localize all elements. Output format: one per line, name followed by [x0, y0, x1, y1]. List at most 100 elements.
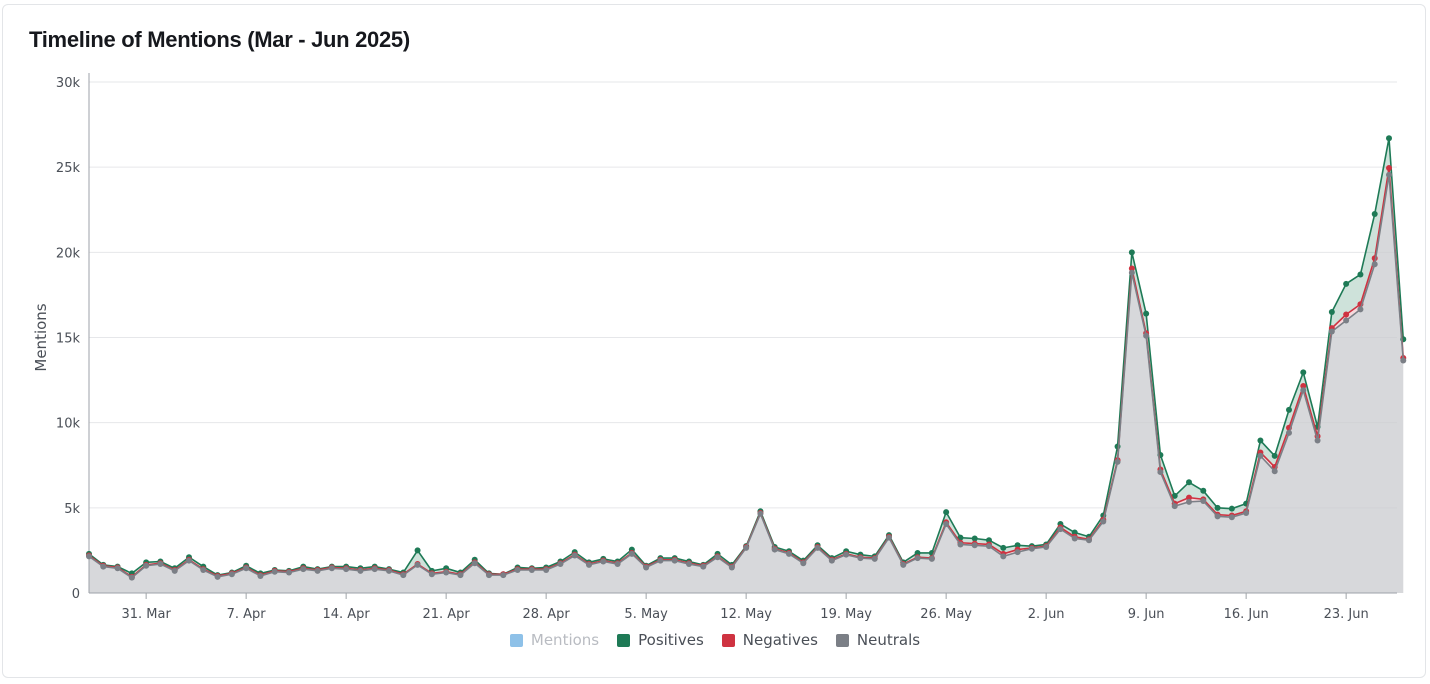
- neutrals-point[interactable]: [1128, 269, 1135, 276]
- neutrals-point[interactable]: [1371, 261, 1378, 268]
- neutrals-point[interactable]: [985, 543, 992, 550]
- neutrals-point[interactable]: [585, 561, 592, 568]
- positives-point[interactable]: [971, 535, 978, 542]
- neutrals-point[interactable]: [1085, 537, 1092, 544]
- positives-point[interactable]: [1143, 310, 1150, 317]
- neutrals-point[interactable]: [757, 510, 764, 517]
- positives-point[interactable]: [1214, 504, 1221, 511]
- neutrals-point[interactable]: [1157, 469, 1164, 476]
- neutrals-point[interactable]: [1214, 513, 1221, 520]
- neutrals-point[interactable]: [814, 544, 821, 551]
- legend-item-neutrals[interactable]: Neutrals: [835, 631, 920, 649]
- neutrals-point[interactable]: [743, 544, 750, 551]
- neutrals-point[interactable]: [571, 552, 578, 559]
- positives-point[interactable]: [1200, 487, 1207, 494]
- neutrals-point[interactable]: [243, 565, 250, 572]
- neutrals-point[interactable]: [285, 569, 292, 576]
- neutrals-point[interactable]: [1000, 553, 1007, 560]
- neutrals-point[interactable]: [1200, 498, 1207, 505]
- neutrals-point[interactable]: [1043, 544, 1050, 551]
- neutrals-point[interactable]: [528, 567, 535, 574]
- neutrals-point[interactable]: [328, 565, 335, 572]
- positives-point[interactable]: [1128, 249, 1135, 256]
- neutrals-point[interactable]: [828, 557, 835, 564]
- neutrals-point[interactable]: [371, 566, 378, 573]
- neutrals-point[interactable]: [628, 550, 635, 557]
- neutrals-point[interactable]: [914, 555, 921, 562]
- neutrals-point[interactable]: [428, 571, 435, 578]
- neutrals-point[interactable]: [1400, 357, 1407, 364]
- neutrals-point[interactable]: [1071, 535, 1078, 542]
- neutrals-point[interactable]: [485, 572, 492, 579]
- neutrals-point[interactable]: [1114, 458, 1121, 465]
- neutrals-point[interactable]: [800, 560, 807, 567]
- neutrals-point[interactable]: [1100, 518, 1107, 525]
- positives-point[interactable]: [1357, 271, 1364, 278]
- positives-point[interactable]: [1185, 479, 1192, 486]
- negatives-point[interactable]: [1385, 165, 1392, 172]
- neutrals-point[interactable]: [871, 555, 878, 562]
- neutrals-point[interactable]: [785, 550, 792, 557]
- neutrals-point[interactable]: [514, 567, 521, 574]
- positives-point[interactable]: [414, 547, 421, 554]
- neutrals-point[interactable]: [271, 568, 278, 575]
- neutrals-point[interactable]: [385, 567, 392, 574]
- neutrals-point[interactable]: [1014, 549, 1021, 556]
- neutrals-point[interactable]: [1328, 328, 1335, 335]
- neutrals-point[interactable]: [957, 541, 964, 548]
- positives-point[interactable]: [1257, 437, 1264, 444]
- legend-item-positives[interactable]: Positives: [617, 631, 704, 649]
- neutrals-point[interactable]: [1057, 526, 1064, 533]
- positives-point[interactable]: [1371, 211, 1378, 218]
- positives-point[interactable]: [943, 509, 950, 516]
- positives-point[interactable]: [1385, 135, 1392, 142]
- neutrals-point[interactable]: [1228, 514, 1235, 521]
- neutrals-point[interactable]: [714, 554, 721, 561]
- positives-point[interactable]: [1343, 280, 1350, 287]
- negatives-point[interactable]: [1343, 311, 1350, 318]
- neutrals-point[interactable]: [543, 567, 550, 574]
- neutrals-point[interactable]: [657, 557, 664, 564]
- positives-point[interactable]: [1285, 406, 1292, 413]
- neutrals-point[interactable]: [414, 561, 421, 568]
- legend-item-mentions[interactable]: Mentions: [509, 631, 599, 649]
- neutrals-point[interactable]: [771, 546, 778, 553]
- neutrals-point[interactable]: [357, 567, 364, 574]
- neutrals-point[interactable]: [943, 521, 950, 528]
- neutrals-point[interactable]: [114, 565, 121, 572]
- neutrals-point[interactable]: [971, 542, 978, 549]
- neutrals-point[interactable]: [900, 561, 907, 568]
- neutrals-point[interactable]: [300, 566, 307, 573]
- neutrals-point[interactable]: [143, 562, 150, 569]
- neutrals-point[interactable]: [185, 557, 192, 564]
- neutrals-point[interactable]: [1028, 545, 1035, 552]
- neutrals-point[interactable]: [700, 563, 707, 570]
- neutrals-point[interactable]: [500, 572, 507, 579]
- neutrals-point[interactable]: [171, 567, 178, 574]
- neutrals-point[interactable]: [1185, 498, 1192, 505]
- neutrals-point[interactable]: [885, 534, 892, 541]
- neutrals-point[interactable]: [400, 572, 407, 579]
- neutrals-point[interactable]: [1143, 332, 1150, 339]
- neutrals-point[interactable]: [443, 569, 450, 576]
- legend-item-negatives[interactable]: Negatives: [721, 631, 818, 649]
- neutrals-point[interactable]: [1357, 306, 1364, 313]
- neutrals-point[interactable]: [257, 572, 264, 579]
- positives-point[interactable]: [1271, 452, 1278, 459]
- neutrals-point[interactable]: [843, 551, 850, 558]
- neutrals-point[interactable]: [857, 555, 864, 562]
- positives-point[interactable]: [1328, 308, 1335, 315]
- neutrals-point[interactable]: [728, 564, 735, 571]
- neutrals-point[interactable]: [557, 561, 564, 568]
- neutrals-point[interactable]: [471, 560, 478, 567]
- neutrals-point[interactable]: [1385, 171, 1392, 178]
- neutrals-point[interactable]: [1285, 429, 1292, 436]
- neutrals-point[interactable]: [600, 558, 607, 565]
- neutrals-point[interactable]: [1314, 437, 1321, 444]
- neutrals-point[interactable]: [1343, 317, 1350, 324]
- neutrals-point[interactable]: [157, 561, 164, 568]
- neutrals-point[interactable]: [614, 561, 621, 568]
- positives-point[interactable]: [1300, 369, 1307, 376]
- neutrals-point[interactable]: [228, 571, 235, 578]
- neutrals-point[interactable]: [86, 553, 92, 560]
